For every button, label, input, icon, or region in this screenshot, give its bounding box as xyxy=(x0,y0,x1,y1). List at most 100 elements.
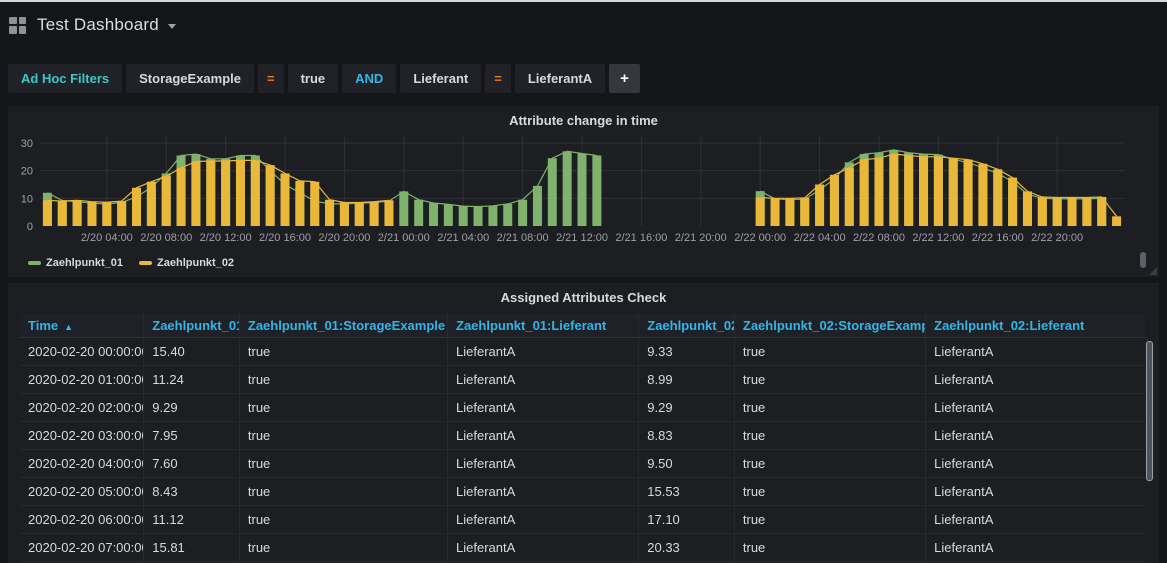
navbar: Test Dashboard xyxy=(0,2,1167,48)
column-header-zaehlpunkt-01[interactable]: Zaehlpunkt_01 xyxy=(144,314,240,337)
filter-segment-operator[interactable]: = xyxy=(485,64,511,93)
table-panel-title[interactable]: Assigned Attributes Check xyxy=(8,283,1159,308)
chart-panel: Attribute change in time 0 10 20 30 2/20 04:… xyxy=(8,106,1159,277)
table-cell: LieferantA xyxy=(448,337,639,365)
svg-text:30: 30 xyxy=(21,138,33,150)
table-cell: LieferantA xyxy=(926,365,1145,393)
table-cell: true xyxy=(734,393,925,421)
svg-text:20: 20 xyxy=(21,166,33,178)
chart-legend: Zaehlpunkt_01 Zaehlpunkt_02 xyxy=(8,257,1159,269)
table-cell: 9.29 xyxy=(144,393,240,421)
table-cell: 2020-02-20 06:00:00 xyxy=(20,505,144,533)
table-cell: true xyxy=(239,365,447,393)
grid-square xyxy=(9,26,17,34)
table-cell: 15.81 xyxy=(144,533,240,561)
table-body: 2020-02-20 00:00:0015.40trueLieferantA9.… xyxy=(20,337,1145,561)
table-cell: LieferantA xyxy=(926,533,1145,561)
table-row: 2020-02-20 01:00:0011.24trueLieferantA8.… xyxy=(20,365,1145,393)
svg-text:2/20 04:00: 2/20 04:00 xyxy=(81,232,133,244)
table-cell: 9.29 xyxy=(639,393,735,421)
legend-label: Zaehlpunkt_02 xyxy=(157,257,234,269)
adhoc-filters-label: Ad Hoc Filters xyxy=(8,64,122,93)
svg-text:2/22 20:00: 2/22 20:00 xyxy=(1031,232,1083,244)
table-cell: LieferantA xyxy=(448,365,639,393)
table-cell: LieferantA xyxy=(926,393,1145,421)
table-cell: 8.43 xyxy=(144,477,240,505)
table-cell: true xyxy=(734,533,925,561)
table-cell: LieferantA xyxy=(448,477,639,505)
table-scrollbar-thumb[interactable] xyxy=(1146,341,1153,481)
table-cell: true xyxy=(239,505,447,533)
table-cell: 17.10 xyxy=(639,505,735,533)
table-cell: 20.33 xyxy=(639,533,735,561)
table-cell: true xyxy=(734,337,925,365)
column-header-zaehlpunkt-02-storageexample[interactable]: Zaehlpunkt_02:StorageExample xyxy=(734,314,925,337)
panel-resize-handle[interactable] xyxy=(1149,267,1157,275)
table-row: 2020-02-20 07:00:0015.81trueLieferantA20… xyxy=(20,533,1145,561)
dashboard-title-dropdown[interactable]: Test Dashboard xyxy=(37,15,176,35)
filter-segment-condition[interactable]: AND xyxy=(342,64,396,93)
attributes-table: Time▲Zaehlpunkt_01Zaehlpunkt_01:StorageE… xyxy=(20,314,1145,562)
table-cell: LieferantA xyxy=(448,533,639,561)
filter-segment-key[interactable]: StorageExample xyxy=(126,64,254,93)
sort-asc-icon: ▲ xyxy=(64,322,73,332)
table-cell: 2020-02-20 02:00:00 xyxy=(20,393,144,421)
legend-color-dash xyxy=(28,261,41,265)
svg-text:2/20 12:00: 2/20 12:00 xyxy=(200,232,252,244)
legend-item-Zaehlpunkt_02[interactable]: Zaehlpunkt_02 xyxy=(139,257,234,269)
grid-square xyxy=(19,17,27,25)
chart-scrollbar-thumb[interactable] xyxy=(1140,252,1146,268)
legend-label: Zaehlpunkt_01 xyxy=(46,257,123,269)
svg-text:2/22 12:00: 2/22 12:00 xyxy=(912,232,964,244)
chart-panel-title[interactable]: Attribute change in time xyxy=(8,106,1159,131)
legend-item-Zaehlpunkt_01[interactable]: Zaehlpunkt_01 xyxy=(28,257,123,269)
table-header: Time▲Zaehlpunkt_01Zaehlpunkt_01:StorageE… xyxy=(20,314,1145,337)
table-cell: 2020-02-20 01:00:00 xyxy=(20,365,144,393)
table-cell: LieferantA xyxy=(448,449,639,477)
filter-segment-value[interactable]: true xyxy=(288,64,339,93)
table-cell: 8.99 xyxy=(639,365,735,393)
time-series-chart: 0 10 20 30 2/20 04:00 2/20 08:00 2/20 12:00 2/2… xyxy=(16,131,1151,256)
legend-color-dash xyxy=(139,261,152,265)
table-cell: true xyxy=(239,393,447,421)
svg-text:2/22 04:00: 2/22 04:00 xyxy=(794,232,846,244)
table-cell: 8.83 xyxy=(639,421,735,449)
dashboard-grid-icon[interactable] xyxy=(9,17,26,34)
table-cell: true xyxy=(734,505,925,533)
column-header-zaehlpunkt-02[interactable]: Zaehlpunkt_02 xyxy=(639,314,735,337)
svg-text:2/20 08:00: 2/20 08:00 xyxy=(140,232,192,244)
table-cell: 9.33 xyxy=(639,337,735,365)
table-cell: 11.12 xyxy=(144,505,240,533)
svg-text:0: 0 xyxy=(27,221,33,233)
svg-text:10: 10 xyxy=(21,193,33,205)
svg-text:2/21 20:00: 2/21 20:00 xyxy=(675,232,727,244)
table-cell: true xyxy=(239,477,447,505)
table-cell: 15.40 xyxy=(144,337,240,365)
table-cell: 2020-02-20 07:00:00 xyxy=(20,533,144,561)
svg-text:2/21 08:00: 2/21 08:00 xyxy=(497,232,549,244)
table-cell: true xyxy=(239,533,447,561)
table-row: 2020-02-20 02:00:009.29trueLieferantA9.2… xyxy=(20,393,1145,421)
column-header-time[interactable]: Time▲ xyxy=(20,314,144,337)
table-cell: true xyxy=(239,337,447,365)
svg-text:2/22 16:00: 2/22 16:00 xyxy=(972,232,1024,244)
svg-text:2/21 12:00: 2/21 12:00 xyxy=(556,232,608,244)
table-cell: 2020-02-20 03:00:00 xyxy=(20,421,144,449)
filter-segment-key[interactable]: Lieferant xyxy=(400,64,481,93)
chevron-down-icon xyxy=(168,24,176,29)
table-panel: Assigned Attributes Check Time▲Zaehlpunk… xyxy=(8,283,1159,563)
table-cell: 7.60 xyxy=(144,449,240,477)
filter-segment-add-button[interactable]: + xyxy=(609,64,640,93)
table-cell: true xyxy=(734,449,925,477)
grid-square xyxy=(9,17,17,25)
table-cell: true xyxy=(734,421,925,449)
column-header-zaehlpunkt-02-lieferant[interactable]: Zaehlpunkt_02:Lieferant xyxy=(926,314,1145,337)
table-cell: 2020-02-20 00:00:00 xyxy=(20,337,144,365)
filter-segment-value[interactable]: LieferantA xyxy=(515,64,605,93)
svg-text:2/22 00:00: 2/22 00:00 xyxy=(734,232,786,244)
filter-segment-operator[interactable]: = xyxy=(258,64,284,93)
svg-text:2/21 00:00: 2/21 00:00 xyxy=(378,232,430,244)
column-header-zaehlpunkt-01-lieferant[interactable]: Zaehlpunkt_01:Lieferant xyxy=(448,314,639,337)
table-cell: true xyxy=(734,365,925,393)
column-header-zaehlpunkt-01-storageexample[interactable]: Zaehlpunkt_01:StorageExample xyxy=(239,314,447,337)
